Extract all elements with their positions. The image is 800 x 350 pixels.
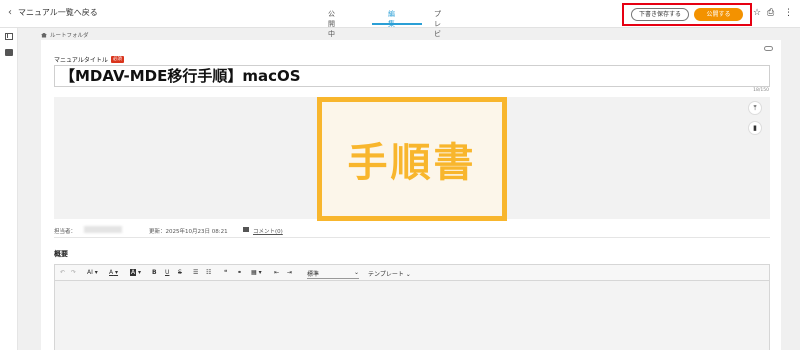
print-icon[interactable]: ⎙: [767, 8, 774, 18]
breadcrumb: ルートフォルダ: [41, 31, 89, 39]
bold-button[interactable]: B: [152, 269, 157, 276]
cover-text: 手順書: [347, 140, 477, 186]
text-color-label: A: [109, 269, 114, 276]
updated-timestamp: 更新：2025年10月23日 08:21: [149, 229, 228, 235]
comment-icon: [243, 227, 249, 232]
outdent-icon[interactable]: ⇤: [274, 269, 279, 276]
link-icon[interactable]: [764, 46, 773, 51]
star-icon[interactable]: ☆: [753, 8, 761, 18]
redo-icon[interactable]: ↷: [71, 269, 76, 276]
comment-icon[interactable]: [5, 49, 13, 56]
left-rail: [0, 28, 18, 350]
font-size-label: AI: [87, 269, 93, 276]
upload-icon[interactable]: ⤒: [748, 101, 762, 115]
summary-editor[interactable]: [54, 281, 770, 350]
active-tab-indicator: [372, 23, 422, 25]
undo-icon[interactable]: ↶: [60, 269, 65, 276]
cover-image-area[interactable]: 手順書 ⤒ ▮: [54, 97, 770, 221]
char-counter: 18/150: [753, 88, 769, 93]
editor-toolbar: ↶ ↷ AI ▾ A ▾ A ▾ B U S ☰ ☷ ❝ ⚭ ▦ ▾ ⇤ ⇥ 標…: [54, 264, 770, 281]
link-icon[interactable]: ⚭: [237, 269, 242, 276]
indent-icon[interactable]: ⇥: [287, 269, 292, 276]
tab-edit[interactable]: 編集: [388, 9, 395, 29]
paragraph-style-select[interactable]: 標準 ⌄: [307, 269, 359, 279]
numbered-list-icon[interactable]: ☷: [206, 269, 211, 276]
breadcrumb-root[interactable]: ルートフォルダ: [50, 31, 89, 39]
cover-image: 手順書: [317, 97, 507, 221]
chevron-down-icon: ⌄: [353, 269, 359, 276]
table-icon[interactable]: ▦ ▾: [251, 269, 262, 276]
text-color-button[interactable]: A ▾: [109, 269, 118, 276]
save-draft-button[interactable]: 下書き保存する: [631, 8, 689, 21]
template-select-label: テンプレート: [368, 271, 404, 278]
toc-icon[interactable]: [5, 33, 13, 40]
strikethrough-button[interactable]: S: [178, 269, 182, 276]
required-badge: 必須: [110, 56, 124, 63]
underline-button[interactable]: U: [165, 269, 169, 276]
summary-heading: 概要: [54, 250, 68, 258]
title-input[interactable]: 【MDAV-MDE移行手順】macOS: [54, 65, 770, 87]
owner-label: 担当者：: [54, 229, 77, 235]
quote-button[interactable]: ❝: [224, 269, 227, 276]
bullet-list-icon[interactable]: ☰: [193, 269, 198, 276]
manual-editor-card: マニュアルタイトル 必須 【MDAV-MDE移行手順】macOS 18/150 …: [41, 40, 781, 350]
back-label: マニュアル一覧へ戻る: [18, 8, 98, 17]
bg-color-label: A: [130, 269, 137, 276]
owner-name-redacted: [84, 226, 122, 233]
tab-published[interactable]: 公開中: [328, 9, 335, 39]
comment-link[interactable]: コメント(0): [253, 227, 283, 235]
title-label-text: マニュアルタイトル: [54, 57, 108, 64]
publish-button[interactable]: 公開する: [694, 8, 743, 21]
template-select[interactable]: テンプレート ⌄: [368, 269, 411, 278]
top-header: ‹ マニュアル一覧へ戻る 公開中 編集 プレビュー 下書き保存する 公開する ☆…: [0, 0, 800, 66]
back-link[interactable]: ‹ マニュアル一覧へ戻る: [8, 7, 98, 18]
trash-icon[interactable]: ▮: [748, 121, 762, 135]
home-icon: [41, 32, 47, 38]
font-size-button[interactable]: AI ▾: [87, 269, 98, 276]
paragraph-style-value: 標準: [307, 271, 320, 278]
bg-color-button[interactable]: A ▾: [130, 269, 141, 276]
more-vert-icon[interactable]: ⋮: [784, 8, 793, 18]
divider: [54, 237, 770, 238]
chevron-left-icon: ‹: [8, 7, 12, 18]
title-field-label: マニュアルタイトル 必須: [54, 55, 124, 64]
